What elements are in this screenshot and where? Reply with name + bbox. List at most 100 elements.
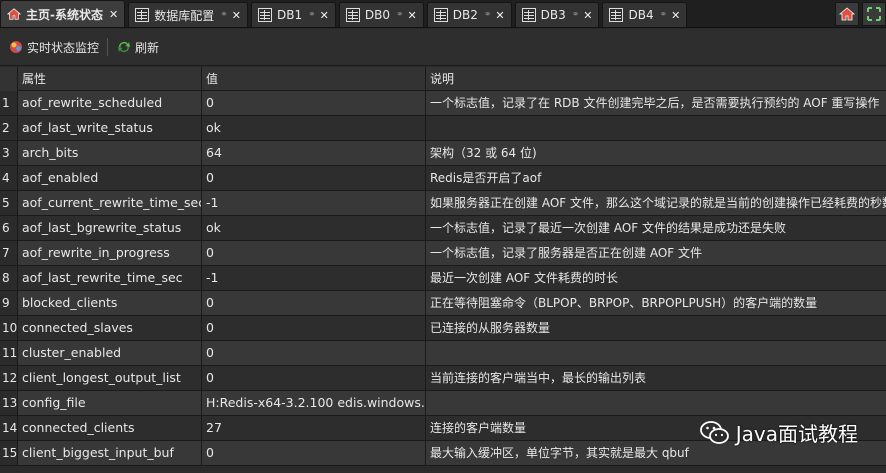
toolbar-divider	[107, 38, 109, 56]
description-cell[interactable]: 正在等待阻塞命令（BLPOP、BRPOP、BRPOPLPUSH）的客户端的数量	[426, 291, 886, 315]
column-header-attribute[interactable]: 属性	[18, 67, 202, 91]
table-grid-icon	[609, 8, 624, 22]
pin-icon[interactable]: ⚭	[308, 10, 316, 20]
description-cell[interactable]: 已连接的从服务器数量	[426, 316, 886, 340]
pin-icon[interactable]: ⚭	[484, 10, 492, 20]
value-cell[interactable]: 64	[202, 141, 426, 165]
table-row[interactable]: 1 aof_rewrite_scheduled 0 一个标志值，记录了在 RDB 文件…	[0, 91, 886, 116]
refresh-icon	[118, 42, 131, 52]
refresh-label: 刷新	[135, 40, 160, 55]
table-row[interactable]: 4 aof_enabled 0 Redis是否开启了aof	[0, 166, 886, 191]
close-icon[interactable]: ✕	[671, 9, 680, 22]
table-row[interactable]: 3 arch_bits 64 架构（32 或 64 位)	[0, 141, 886, 166]
attribute-cell[interactable]: connected_clients	[18, 416, 202, 440]
tab-2[interactable]: DB1 ⚭ ✕	[250, 2, 336, 27]
close-icon[interactable]: ✕	[320, 9, 329, 22]
row-number: 5	[0, 191, 18, 215]
attribute-cell[interactable]: aof_rewrite_in_progress	[18, 241, 202, 265]
description-cell[interactable]: 架构（32 或 64 位)	[426, 141, 886, 165]
description-cell[interactable]: 一个标志值，记录了最近一次创建 AOF 文件的结果是成功还是失败	[426, 216, 886, 240]
realtime-monitor-button[interactable]: 实时状态监控	[4, 35, 103, 59]
table-row[interactable]: 9 blocked_clients 0 正在等待阻塞命令（BLPOP、BRPOP、BR…	[0, 291, 886, 316]
value-cell[interactable]: -1	[202, 191, 426, 215]
value-cell[interactable]: 0	[202, 441, 426, 465]
attribute-cell[interactable]: aof_enabled	[18, 166, 202, 190]
value-cell[interactable]: 27	[202, 416, 426, 440]
pin-icon[interactable]: ⚭	[572, 10, 580, 20]
value-cell[interactable]: 0	[202, 241, 426, 265]
table-row[interactable]: 5 aof_current_rewrite_time_sec -1 如果服务器正在创建…	[0, 191, 886, 216]
value-cell[interactable]: 0	[202, 91, 426, 115]
table-grid-icon	[135, 8, 150, 22]
tab-5[interactable]: DB3 ⚭ ✕	[514, 2, 600, 27]
attribute-cell[interactable]: connected_slaves	[18, 316, 202, 340]
value-cell[interactable]: 0	[202, 366, 426, 390]
column-header-description[interactable]: 说明	[426, 67, 886, 91]
attribute-cell[interactable]: client_longest_output_list	[18, 366, 202, 390]
table-row[interactable]: 10 connected_slaves 0 已连接的从服务器数量	[0, 316, 886, 341]
column-header-value[interactable]: 值	[202, 67, 426, 91]
refresh-button[interactable]: 刷新	[112, 35, 163, 59]
pin-icon[interactable]: ⚭	[220, 10, 228, 20]
description-cell[interactable]: 最近一次创建 AOF 文件耗费的时长	[426, 266, 886, 290]
description-cell[interactable]: 一个标志值，记录了在 RDB 文件创建完毕之后，是否需要执行预约的 AOF 重写…	[426, 91, 886, 115]
attribute-cell[interactable]: aof_last_bgrewrite_status	[18, 216, 202, 240]
tab-0[interactable]: 主页-系统状态 ✕	[0, 0, 126, 27]
row-number: 13	[0, 391, 18, 415]
table-row[interactable]: 7 aof_rewrite_in_progress 0 一个标志值，记录了服务器是否正…	[0, 241, 886, 266]
tab-6[interactable]: DB4 ⚭ ✕	[602, 2, 688, 27]
description-cell[interactable]	[426, 116, 886, 140]
value-cell[interactable]: H:Redis-x64-3.2.100 edis.windows.con	[202, 391, 426, 415]
window-controls	[835, 2, 886, 26]
attribute-cell[interactable]: aof_rewrite_scheduled	[18, 91, 202, 115]
description-cell[interactable]: 当前连接的客户端当中，最长的输出列表	[426, 366, 886, 390]
description-cell[interactable]	[426, 341, 886, 365]
table-row[interactable]: 8 aof_last_rewrite_time_sec -1 最近一次创建 AOF 文…	[0, 266, 886, 291]
tab-bar: 主页-系统状态 ✕ 数据库配置 ⚭ ✕ DB1 ⚭ ✕ DB0 ⚭ ✕ DB2 ⚭ ✕ DB3 ⚭ ✕ DB4 ⚭ ✕	[0, 0, 886, 28]
attribute-cell[interactable]: aof_last_rewrite_time_sec	[18, 266, 202, 290]
status-table: 属性 值 说明 1 aof_rewrite_scheduled 0 一个标志值，记录了…	[0, 67, 886, 466]
pin-icon[interactable]: ⚭	[660, 10, 668, 20]
value-cell[interactable]: 0	[202, 291, 426, 315]
description-cell[interactable]: 如果服务器正在创建 AOF 文件，那么这个域记录的就是当前的创建操作已经耗费的秒…	[426, 191, 886, 215]
value-cell[interactable]: ok	[202, 216, 426, 240]
value-cell[interactable]: 0	[202, 166, 426, 190]
attribute-cell[interactable]: client_biggest_input_buf	[18, 441, 202, 465]
attribute-cell[interactable]: cluster_enabled	[18, 341, 202, 365]
table-row[interactable]: 12 client_longest_output_list 0 当前连接的客户端当中，…	[0, 366, 886, 391]
attribute-cell[interactable]: aof_last_write_status	[18, 116, 202, 140]
description-cell[interactable]: 一个标志值，记录了服务器是否正在创建 AOF 文件	[426, 241, 886, 265]
value-cell[interactable]: -1	[202, 266, 426, 290]
row-number: 4	[0, 166, 18, 190]
attribute-cell[interactable]: blocked_clients	[18, 291, 202, 315]
watermark-text: Java面试教程	[735, 422, 858, 446]
table-row[interactable]: 2 aof_last_write_status ok	[0, 116, 886, 141]
pin-icon[interactable]: ⚭	[396, 10, 404, 20]
close-icon[interactable]: ✕	[232, 9, 241, 22]
value-cell[interactable]: ok	[202, 116, 426, 140]
close-icon[interactable]: ✕	[495, 9, 504, 22]
table-row[interactable]: 11 cluster_enabled 0	[0, 341, 886, 366]
tab-label: 数据库配置	[154, 8, 215, 23]
value-cell[interactable]: 0	[202, 341, 426, 365]
attribute-cell[interactable]: config_file	[18, 391, 202, 415]
tab-4[interactable]: DB2 ⚭ ✕	[426, 2, 512, 27]
row-number: 15	[0, 441, 18, 465]
tab-label: DB0	[364, 8, 390, 22]
home-icon	[7, 8, 21, 20]
tab-1[interactable]: 数据库配置 ⚭ ✕	[128, 2, 248, 27]
value-cell[interactable]: 0	[202, 316, 426, 340]
attribute-cell[interactable]: arch_bits	[18, 141, 202, 165]
table-row[interactable]: 13 config_file H:Redis-x64-3.2.100 edis.wi…	[0, 391, 886, 416]
maximize-button[interactable]	[862, 2, 886, 26]
description-cell[interactable]: Redis是否开启了aof	[426, 166, 886, 190]
close-icon[interactable]: ✕	[109, 8, 118, 21]
attribute-cell[interactable]: aof_current_rewrite_time_sec	[18, 191, 202, 215]
tab-3[interactable]: DB0 ⚭ ✕	[338, 2, 424, 27]
home-button[interactable]	[835, 2, 859, 26]
close-icon[interactable]: ✕	[408, 9, 417, 22]
table-row[interactable]: 6 aof_last_bgrewrite_status ok 一个标志值，记录了最近一…	[0, 216, 886, 241]
close-icon[interactable]: ✕	[583, 9, 592, 22]
wechat-icon	[699, 420, 729, 444]
description-cell[interactable]	[426, 391, 886, 415]
